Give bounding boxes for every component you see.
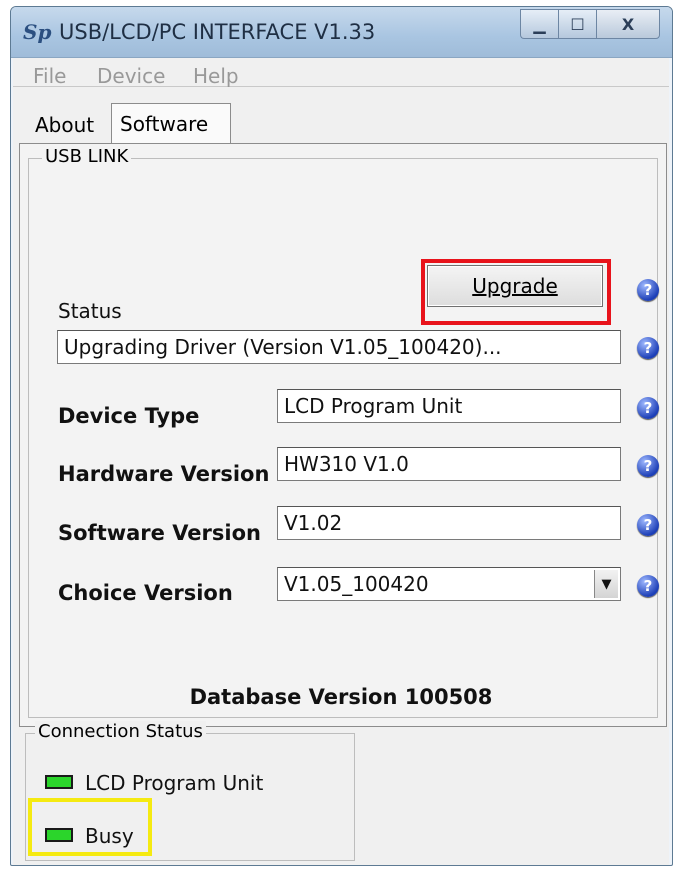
menu-bar: File Device Help [13,58,669,88]
tab-about[interactable]: About [35,113,94,137]
menu-help[interactable]: Help [193,64,239,88]
maximize-icon: ☐ [570,14,585,34]
software-version-field[interactable]: V1.02 [277,506,621,540]
status-field[interactable]: Upgrading Driver (Version V1.05_100420).… [57,330,621,364]
lcd-program-unit-led-icon [45,775,73,789]
window-controls: ▁ ☐ X [520,9,660,39]
close-icon: X [621,14,635,34]
choice-version-help-icon[interactable]: ? [637,575,659,597]
lcd-program-unit-status-text: LCD Program Unit [85,771,264,795]
busy-highlight-box [28,798,152,856]
software-version-help-icon[interactable]: ? [637,514,659,536]
close-button[interactable]: X [596,9,660,39]
chevron-down-icon[interactable]: ▼ [594,570,618,598]
tab-software[interactable]: Software [111,103,231,143]
device-type-label: Device Type [58,404,200,428]
hardware-version-field[interactable]: HW310 V1.0 [277,447,621,481]
usb-link-group-label: USB LINK [42,146,132,167]
minimize-button[interactable]: ▁ [520,9,558,39]
software-version-label: Software Version [58,521,261,545]
title-bar[interactable]: Sp USB/LCD/PC INTERFACE V1.33 ▁ ☐ X [11,7,672,58]
choice-version-label: Choice Version [58,581,233,605]
choice-version-value: V1.05_100420 [284,572,429,596]
status-help-icon[interactable]: ? [637,337,659,359]
app-window: Sp USB/LCD/PC INTERFACE V1.33 ▁ ☐ X File… [10,6,673,866]
connection-status-label: Connection Status [35,721,206,742]
maximize-button[interactable]: ☐ [558,9,596,39]
device-type-field[interactable]: LCD Program Unit [277,389,621,423]
usb-link-group [28,158,658,718]
status-label: Status [58,299,122,323]
device-type-help-icon[interactable]: ? [637,397,659,419]
menu-device[interactable]: Device [97,64,165,88]
client-area: About Software USB LINK Upgrade ? Status… [13,87,669,865]
hardware-version-label: Hardware Version [58,462,270,486]
software-tab-panel: USB LINK [19,143,667,727]
database-version-text: Database Version 100508 [189,685,493,709]
minimize-icon: ▁ [533,14,546,34]
upgrade-button[interactable]: Upgrade [427,265,603,307]
menu-file[interactable]: File [33,64,66,88]
choice-version-select[interactable]: V1.05_100420 ▼ [277,567,621,601]
upgrade-help-icon[interactable]: ? [637,279,659,301]
tab-software-label: Software [120,112,209,136]
hardware-version-help-icon[interactable]: ? [637,455,659,477]
window-title: USB/LCD/PC INTERFACE V1.33 [59,20,376,44]
app-logo-icon: Sp [23,20,52,44]
